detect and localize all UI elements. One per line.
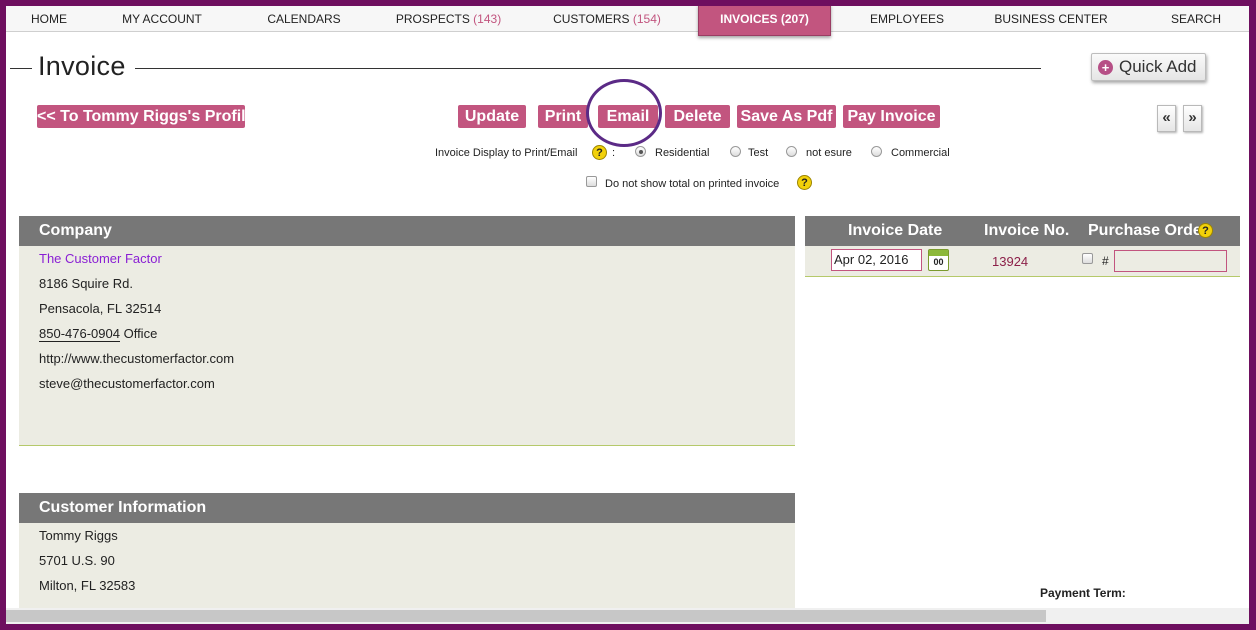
purchase-order-hash: #: [1102, 254, 1109, 268]
nav-invoices[interactable]: INVOICES (207): [698, 6, 831, 36]
purchase-order-checkbox[interactable]: [1082, 253, 1093, 264]
help-icon[interactable]: ?: [797, 175, 812, 190]
radio-not-esure[interactable]: [786, 146, 797, 157]
company-street: 8186 Squire Rd.: [39, 276, 133, 291]
nav-count: (154): [632, 12, 661, 26]
nav-count: (143): [473, 12, 502, 26]
customer-city-state-zip: Milton, FL 32583: [39, 578, 136, 593]
nav-label: HOME: [31, 12, 67, 26]
company-email: steve@thecustomerfactor.com: [39, 376, 215, 391]
nav-label: INVOICES: [720, 12, 778, 26]
help-icon[interactable]: ?: [592, 145, 607, 160]
nav-label: EMPLOYEES: [869, 12, 945, 26]
title-rule-right: [135, 68, 1041, 69]
invoice-number: 13924: [992, 254, 1029, 269]
back-to-profile-button[interactable]: << To Tommy Riggs's Profile: [37, 105, 254, 128]
email-highlight-circle: [586, 79, 662, 147]
quick-add-label: Quick Add: [1119, 57, 1197, 76]
radio-test[interactable]: [730, 146, 741, 157]
nav-calendars[interactable]: CALENDARS: [256, 6, 352, 32]
company-phone-type: Office: [119, 326, 158, 341]
save-as-pdf-button[interactable]: Save As Pdf: [737, 105, 836, 128]
update-button[interactable]: Update: [458, 105, 526, 128]
nav-label: CUSTOMERS: [553, 12, 630, 26]
radio-residential[interactable]: [635, 146, 646, 157]
nav-label: SEARCH: [1170, 12, 1221, 26]
invoice-number-header: Invoice No.: [984, 222, 1070, 239]
nav-label: BUSINESS CENTER: [994, 12, 1108, 26]
print-button[interactable]: Print: [538, 105, 588, 128]
company-header: Company: [19, 216, 795, 246]
company-website: http://www.thecustomerfactor.com: [39, 351, 235, 366]
nav-my-account[interactable]: MY ACCOUNT: [114, 6, 210, 32]
app-frame: HOME MY ACCOUNT CALENDARS PROSPECTS (143…: [6, 6, 1249, 624]
radio-residential-label: Residential: [655, 147, 710, 159]
title-rule-left: [10, 68, 32, 69]
nav-home[interactable]: HOME: [6, 6, 92, 32]
radio-test-label: Test: [748, 147, 769, 159]
hide-total-label: Do not show total on printed invoice: [605, 178, 780, 190]
radio-commercial[interactable]: [871, 146, 882, 157]
top-nav: HOME MY ACCOUNT CALENDARS PROSPECTS (143…: [6, 6, 1249, 36]
purchase-order-input[interactable]: [1114, 250, 1227, 272]
calendar-icon-day: 00: [933, 257, 944, 267]
calendar-icon[interactable]: 00: [928, 249, 949, 271]
nav-prospects[interactable]: PROSPECTS (143): [391, 6, 506, 32]
horizontal-scrollbar[interactable]: [6, 608, 1249, 624]
company-panel: Company The Customer Factor 8186 Squire …: [19, 216, 795, 446]
pay-invoice-button[interactable]: Pay Invoice: [843, 105, 940, 128]
company-city-state-zip: Pensacola, FL 32514: [39, 301, 162, 316]
company-name-link[interactable]: The Customer Factor: [39, 251, 162, 266]
radio-not-esure-label: not esure: [806, 147, 852, 159]
nav-label: MY ACCOUNT: [122, 12, 202, 26]
page-title: Invoice: [38, 51, 126, 81]
payment-term-label: Payment Term:: [1040, 586, 1126, 600]
nav-label: PROSPECTS: [395, 12, 470, 26]
customer-name: Tommy Riggs: [39, 528, 118, 543]
customer-street: 5701 U.S. 90: [39, 553, 115, 568]
invoice-meta-table: Invoice Date Invoice No. Purchase Order …: [805, 216, 1240, 277]
customer-header: Customer Information: [19, 493, 795, 523]
radio-commercial-label: Commercial: [891, 147, 950, 159]
company-phone-line: 850-476-0904 Office: [39, 326, 158, 342]
display-option-label: Invoice Display to Print/Email: [435, 147, 578, 159]
invoice-meta-header: Invoice Date Invoice No. Purchase Order …: [805, 216, 1240, 246]
next-invoice-button[interactable]: »: [1183, 105, 1202, 132]
nav-business-center[interactable]: BUSINESS CENTER: [989, 6, 1113, 32]
invoice-date-input[interactable]: Apr 02, 2016: [831, 249, 922, 271]
invoice-date-header: Invoice Date: [848, 222, 943, 239]
nav-customers[interactable]: CUSTOMERS (154): [551, 6, 663, 32]
previous-invoice-button[interactable]: «: [1157, 105, 1176, 132]
quick-add-button[interactable]: + Quick Add: [1091, 53, 1206, 81]
nav-search[interactable]: SEARCH: [1164, 6, 1228, 32]
purchase-order-header: Purchase Order: [1088, 222, 1209, 239]
hide-total-checkbox[interactable]: [586, 176, 597, 187]
invoice-meta-row: Apr 02, 2016 00 13924 #: [805, 246, 1240, 277]
help-icon[interactable]: ?: [1198, 223, 1213, 238]
delete-button[interactable]: Delete: [665, 105, 730, 128]
nav-employees[interactable]: EMPLOYEES: [862, 6, 952, 32]
nav-label: CALENDARS: [267, 12, 341, 26]
calendar-icon-top: [929, 250, 948, 256]
plus-icon: +: [1098, 60, 1113, 75]
scrollbar-thumb[interactable]: [6, 610, 1046, 622]
customer-panel: Customer Information Tommy Riggs 5701 U.…: [19, 493, 795, 608]
display-option-colon: :: [612, 147, 616, 159]
nav-count: (207): [780, 12, 809, 26]
company-phone[interactable]: 850-476-0904: [39, 326, 120, 342]
